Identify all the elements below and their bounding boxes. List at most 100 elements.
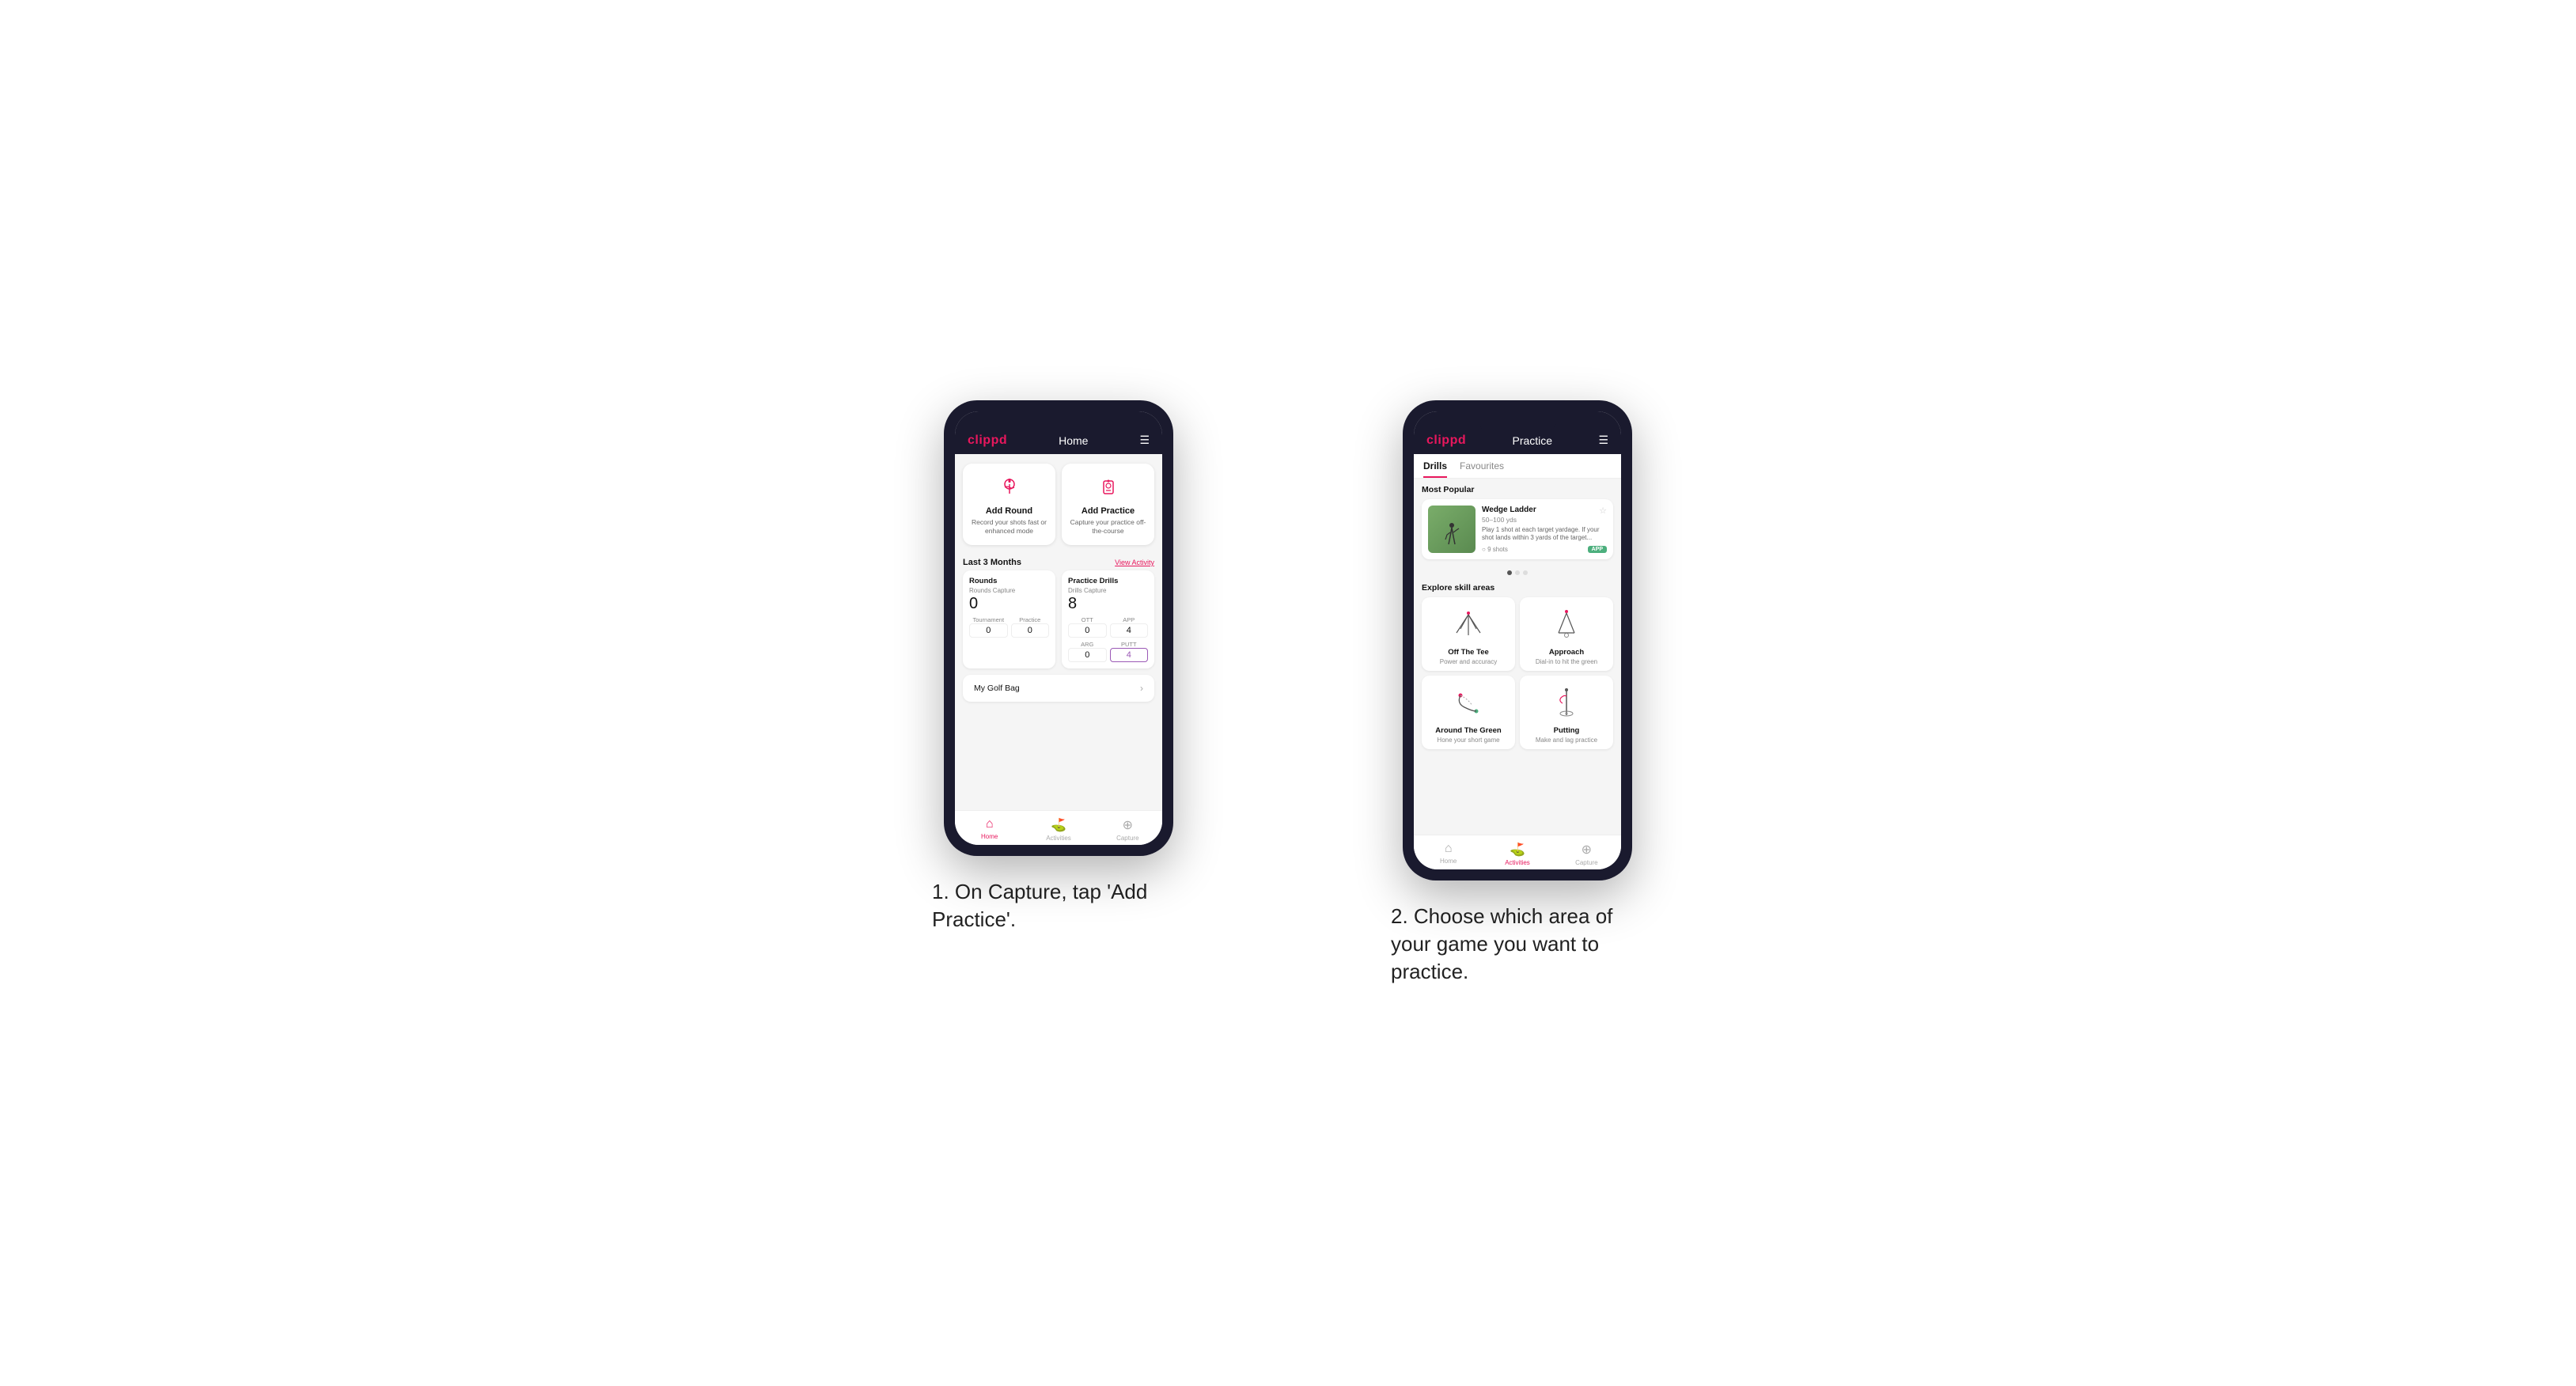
golfer-icon	[1444, 522, 1460, 550]
rounds-capture-value: 0	[969, 595, 1049, 613]
tab-favourites[interactable]: Favourites	[1460, 460, 1504, 478]
skill-areas-title: Explore skill areas	[1414, 580, 1621, 597]
drill-footer: ○ 9 shots APP	[1482, 546, 1607, 553]
bottom-nav-1: ⌂ Home ⛳ Activities ⊕ Capture	[955, 810, 1162, 845]
tab-drills[interactable]: Drills	[1423, 460, 1447, 478]
putting-visual	[1547, 684, 1586, 723]
nav-capture-1[interactable]: ⊕ Capture	[1093, 817, 1162, 842]
bottom-nav-2: ⌂ Home ⛳ Activities ⊕ Capture	[1414, 835, 1621, 869]
nav-capture-label-2: Capture	[1575, 859, 1597, 866]
drill-thumbnail	[1428, 506, 1476, 553]
phone-1-section: clippd Home ☰	[853, 400, 1264, 933]
drill-desc: Play 1 shot at each target yardage. If y…	[1482, 526, 1607, 543]
hamburger-icon-1[interactable]: ☰	[1139, 434, 1150, 447]
capture-icon-1: ⊕	[1123, 817, 1133, 833]
phone-1-frame: clippd Home ☰	[944, 400, 1173, 856]
skill-name-ott: Off The Tee	[1448, 648, 1489, 657]
skill-name-atg: Around The Green	[1435, 726, 1501, 735]
approach-visual	[1547, 605, 1586, 645]
most-popular-title: Most Popular	[1422, 485, 1613, 494]
header-title-2: Practice	[1512, 434, 1552, 447]
drill-card[interactable]: Wedge Ladder ☆ 50–100 yds Play 1 shot at…	[1422, 499, 1613, 559]
tournament-stat: Tournament 0	[969, 616, 1008, 638]
main-container: clippd Home ☰	[853, 400, 1723, 986]
tabs-row: Drills Favourites	[1414, 454, 1621, 479]
screen-content-1: Add Round Record your shots fast or enha…	[955, 454, 1162, 810]
dot-2[interactable]	[1515, 570, 1520, 575]
ott-stat: OTT 0	[1068, 616, 1107, 638]
putt-value: 4	[1110, 648, 1149, 662]
nav-home-2[interactable]: ⌂ Home	[1414, 842, 1483, 866]
arg-value: 0	[1068, 648, 1107, 662]
add-practice-icon	[1094, 473, 1123, 502]
rounds-capture-label: Rounds Capture	[969, 587, 1049, 594]
nav-home-label-2: Home	[1440, 858, 1457, 865]
phone-2-frame: clippd Practice ☰ Drills Favourites Most…	[1403, 400, 1632, 880]
tournament-value: 0	[969, 623, 1008, 638]
phone-2-screen: clippd Practice ☰ Drills Favourites Most…	[1414, 411, 1621, 869]
last3months-title: Last 3 Months	[963, 558, 1021, 567]
putt-stat: PUTT 4	[1110, 641, 1149, 662]
skill-desc-atg: Hone your short game	[1437, 737, 1499, 744]
add-practice-title: Add Practice	[1082, 506, 1135, 516]
most-popular-section: Most Popular	[1414, 479, 1621, 567]
activities-icon-1: ⛳	[1051, 817, 1066, 833]
skill-name-putt: Putting	[1554, 726, 1580, 735]
skill-name-app: Approach	[1549, 648, 1584, 657]
drills-capture-label: Drills Capture	[1068, 587, 1148, 594]
phone-1-notch	[1019, 411, 1098, 432]
skill-off-the-tee[interactable]: Off The Tee Power and accuracy	[1422, 597, 1515, 671]
practice-value: 0	[1011, 623, 1050, 638]
skill-around-the-green[interactable]: Around The Green Hone your short game	[1422, 676, 1515, 749]
home-actions: Add Round Record your shots fast or enha…	[955, 454, 1162, 551]
header-title-1: Home	[1059, 434, 1088, 447]
dot-1[interactable]	[1507, 570, 1512, 575]
app-logo-1: clippd	[968, 434, 1007, 448]
screen-content-2: Most Popular	[1414, 479, 1621, 835]
view-activity-link[interactable]: View Activity	[1115, 559, 1154, 566]
caption-1: 1. On Capture, tap 'Add Practice'.	[932, 878, 1185, 933]
app-stat: APP 4	[1110, 616, 1149, 638]
hamburger-icon-2[interactable]: ☰	[1598, 434, 1608, 447]
skill-desc-ott: Power and accuracy	[1440, 658, 1497, 665]
app-value: 4	[1110, 623, 1149, 638]
phone-2-notch	[1478, 411, 1557, 432]
add-practice-card[interactable]: Add Practice Capture your practice off-t…	[1062, 464, 1154, 545]
activities-icon-2: ⛳	[1510, 842, 1525, 858]
nav-home-label-1: Home	[981, 833, 998, 840]
drill-name: Wedge Ladder	[1482, 506, 1536, 514]
skill-putting[interactable]: Putting Make and lag practice	[1520, 676, 1613, 749]
nav-capture-label-1: Capture	[1116, 835, 1138, 842]
drill-info: Wedge Ladder ☆ 50–100 yds Play 1 shot at…	[1482, 506, 1607, 553]
nav-home-1[interactable]: ⌂ Home	[955, 817, 1024, 842]
nav-activities-1[interactable]: ⛳ Activities	[1024, 817, 1093, 842]
nav-activities-label-1: Activities	[1046, 835, 1071, 842]
shots-count: ○ 9 shots	[1482, 546, 1508, 553]
nav-activities-label-2: Activities	[1505, 859, 1530, 866]
app-logo-2: clippd	[1426, 434, 1466, 448]
star-icon[interactable]: ☆	[1599, 506, 1607, 516]
rounds-stat-box: Rounds Rounds Capture 0 Tournament 0 Pra…	[963, 570, 1055, 668]
add-round-card[interactable]: Add Round Record your shots fast or enha…	[963, 464, 1055, 545]
skill-desc-app: Dial-in to hit the green	[1536, 658, 1597, 665]
skill-approach[interactable]: Approach Dial-in to hit the green	[1520, 597, 1613, 671]
nav-activities-2[interactable]: ⛳ Activities	[1483, 842, 1551, 866]
add-practice-desc: Capture your practice off-the-course	[1068, 518, 1148, 536]
rounds-title: Rounds	[969, 577, 1049, 585]
last3months-header: Last 3 Months View Activity	[955, 551, 1162, 570]
dot-3[interactable]	[1523, 570, 1528, 575]
home-icon-2: ⌂	[1445, 842, 1453, 856]
drills-capture-value: 8	[1068, 595, 1148, 613]
add-round-desc: Record your shots fast or enhanced mode	[969, 518, 1049, 536]
practice-stat: Practice 0	[1011, 616, 1050, 638]
caption-2: 2. Choose which area of your game you wa…	[1391, 903, 1644, 986]
skill-grid: Off The Tee Power and accuracy	[1414, 597, 1621, 755]
carousel-dots	[1414, 567, 1621, 580]
golf-bag-row[interactable]: My Golf Bag ›	[963, 675, 1154, 702]
stats-container: Rounds Rounds Capture 0 Tournament 0 Pra…	[955, 570, 1162, 675]
atg-visual	[1449, 684, 1488, 723]
drill-yardage: 50–100 yds	[1482, 516, 1607, 524]
home-icon-1: ⌂	[986, 817, 994, 831]
chevron-right-icon: ›	[1140, 683, 1143, 694]
nav-capture-2[interactable]: ⊕ Capture	[1552, 842, 1621, 866]
